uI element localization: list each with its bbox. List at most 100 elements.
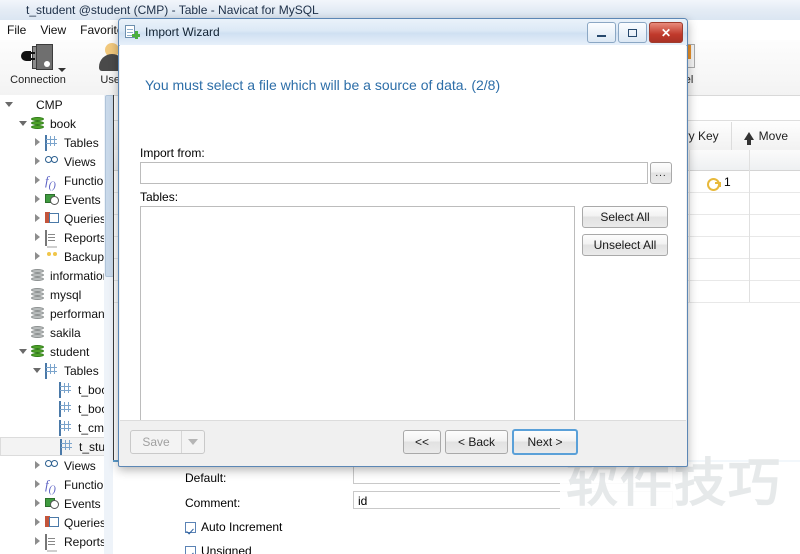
- chevron-closed-icon[interactable]: [32, 536, 43, 547]
- chevron-closed-icon[interactable]: [32, 156, 43, 167]
- sidebar-item-cmp[interactable]: CMP: [0, 95, 113, 114]
- key-icon: [707, 177, 721, 191]
- chevron-open-icon[interactable]: [18, 118, 29, 129]
- sidebar-scrollbar[interactable]: [104, 95, 113, 554]
- chevron-closed-icon[interactable]: [32, 251, 43, 262]
- unsigned-checkbox[interactable]: Unsigned: [185, 541, 252, 554]
- sidebar-item-tables[interactable]: Tables: [0, 361, 113, 380]
- toolbar-connection-label: Connection: [10, 74, 66, 86]
- auto-increment-label: Auto Increment: [201, 520, 283, 534]
- sidebar-item-t-student[interactable]: t_student: [0, 437, 113, 456]
- sidebar-item-backups[interactable]: Backups: [0, 245, 113, 266]
- minimize-icon[interactable]: [587, 22, 616, 43]
- database-gray-icon: [31, 306, 46, 321]
- sidebar-item-sakila[interactable]: sakila: [0, 323, 113, 342]
- chevron-closed-icon[interactable]: [32, 213, 43, 224]
- database-icon: [31, 116, 46, 131]
- application-window: t_student @student (CMP) - Table - Navic…: [0, 0, 800, 554]
- sidebar-item-views[interactable]: Views: [0, 456, 113, 475]
- chevron-open-icon[interactable]: [4, 99, 15, 110]
- select-all-button[interactable]: Select All: [582, 206, 668, 228]
- browse-button[interactable]: ...: [650, 162, 672, 184]
- sidebar-item-performance[interactable]: performance_: [0, 304, 113, 323]
- table-icon: [59, 400, 74, 417]
- save-dropdown-arrow[interactable]: [181, 431, 204, 453]
- unselect-all-button[interactable]: Unselect All: [582, 234, 668, 256]
- checkbox-checked-icon: [185, 521, 196, 533]
- sidebar-item-label: Reports: [64, 534, 107, 549]
- sidebar-item-label: Tables: [64, 363, 99, 378]
- sidebar-item-queries[interactable]: Queries: [0, 513, 113, 532]
- connection-icon: [21, 42, 55, 72]
- backups-icon: [45, 245, 60, 264]
- menu-view[interactable]: View: [33, 21, 73, 39]
- sidebar-item-t-books[interactable]: t_books_: [0, 399, 113, 418]
- sidebar-item-mysql[interactable]: mysql: [0, 285, 113, 304]
- primary-key-cell[interactable]: 1: [707, 175, 731, 191]
- sidebar-item-functions[interactable]: f() Functions: [0, 475, 113, 496]
- sidebar-item-student[interactable]: student: [0, 342, 113, 361]
- dialog-body: You must select a file which will be a s…: [120, 45, 686, 446]
- window-controls: ✕: [587, 22, 683, 43]
- sidebar-item-label: Events: [64, 496, 101, 511]
- function-icon: f(): [45, 476, 56, 496]
- sidebar-scrollbar-thumb[interactable]: [105, 95, 113, 277]
- chevron-open-icon[interactable]: [32, 365, 43, 376]
- function-icon: f(): [45, 172, 56, 192]
- chevron-closed-icon[interactable]: [32, 175, 43, 186]
- maximize-icon[interactable]: [618, 22, 647, 43]
- sidebar-item-queries[interactable]: Queries: [0, 209, 113, 228]
- sidebar-item-book[interactable]: book: [0, 114, 113, 133]
- chevron-closed-icon[interactable]: [32, 479, 43, 490]
- back-button[interactable]: < Back: [445, 430, 508, 454]
- chevron-closed-icon[interactable]: [32, 460, 43, 471]
- next-button[interactable]: Next >: [512, 429, 578, 455]
- tables-listbox[interactable]: [140, 206, 575, 446]
- sidebar-item-events[interactable]: Events: [0, 494, 113, 513]
- sidebar-item-t-cmop[interactable]: t_cmop: [0, 418, 113, 437]
- comment-field-label: Comment:: [185, 496, 241, 510]
- table-icon: [45, 134, 60, 151]
- chevron-open-icon[interactable]: [18, 346, 29, 357]
- sidebar-item-label: Tables: [64, 135, 99, 150]
- menu-file[interactable]: File: [0, 21, 33, 39]
- table-icon: [60, 438, 75, 455]
- events-icon: [45, 497, 60, 511]
- close-icon[interactable]: ✕: [649, 22, 683, 43]
- chevron-down-icon[interactable]: [58, 68, 66, 72]
- save-button[interactable]: Save: [131, 431, 181, 453]
- sidebar-item-t-books[interactable]: t_books: [0, 380, 113, 399]
- main-window-title: t_student @student (CMP) - Table - Navic…: [26, 3, 319, 17]
- chevron-closed-icon[interactable]: [32, 498, 43, 509]
- move-up-button[interactable]: Move: [732, 122, 800, 150]
- sidebar-item-events[interactable]: Events: [0, 190, 113, 209]
- sidebar-item-label: Queries: [64, 515, 107, 530]
- import-from-input[interactable]: [140, 162, 648, 184]
- sidebar-item-label: Views: [64, 458, 96, 473]
- auto-increment-checkbox[interactable]: Auto Increment: [185, 517, 282, 537]
- views-icon: [45, 459, 60, 473]
- sidebar-item-label: mysql: [50, 287, 82, 302]
- dialog-titlebar[interactable]: Import Wizard ✕: [119, 19, 687, 46]
- chevron-closed-icon[interactable]: [32, 137, 43, 148]
- first-page-button[interactable]: <<: [403, 430, 441, 454]
- sidebar-item-tables[interactable]: Tables: [0, 133, 113, 152]
- queries-icon: [45, 515, 60, 530]
- sidebar-item-functions[interactable]: f() Functions: [0, 171, 113, 192]
- chevron-closed-icon[interactable]: [32, 517, 43, 528]
- sidebar-item-label: Queries: [64, 211, 107, 226]
- sidebar-item-information-s[interactable]: information_s: [0, 266, 113, 285]
- sidebar-item-views[interactable]: Views: [0, 152, 113, 171]
- arrow-up-icon: [743, 132, 754, 145]
- navicat-leaf-icon: [17, 98, 32, 112]
- chevron-closed-icon[interactable]: [32, 232, 43, 243]
- chevron-closed-icon[interactable]: [32, 194, 43, 205]
- toolbar-connection-button[interactable]: Connection: [2, 42, 74, 92]
- sidebar-item-reports[interactable]: Reports: [0, 228, 113, 247]
- save-split-button[interactable]: Save: [130, 430, 205, 454]
- checkbox-checked-icon: [185, 545, 196, 554]
- object-tree-sidebar[interactable]: CMP book Tables Views f() Functions Events Quer…: [0, 95, 114, 554]
- sidebar-item-reports[interactable]: Reports: [0, 532, 113, 551]
